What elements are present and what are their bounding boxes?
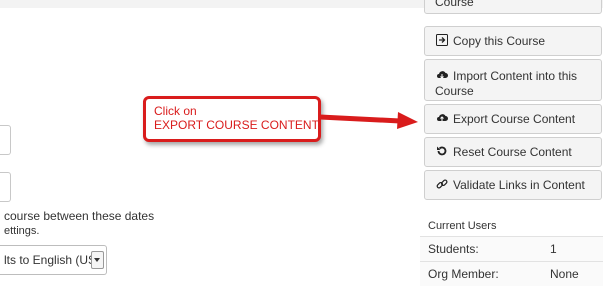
copy-course-button[interactable]: Copy this Course — [424, 26, 602, 56]
callout-arrow-icon — [320, 112, 418, 129]
callout-line-1: Click on — [154, 104, 197, 118]
link-icon — [435, 178, 449, 193]
users-row-value: None — [550, 267, 579, 281]
users-row-value: 1 — [550, 242, 557, 256]
course-tools-sidebar: Course Copy this Course Import Content i… — [420, 0, 603, 293]
callout-line-2: EXPORT COURSE CONTENT — [154, 118, 319, 132]
settings-hint: ettings. — [4, 225, 40, 237]
users-row-label: Org Member: — [428, 267, 499, 281]
users-row-label: Students: — [428, 242, 479, 256]
cloud-download-icon — [435, 69, 449, 84]
cloud-upload-icon — [435, 112, 449, 126]
date-range-hint: course between these dates — [4, 209, 155, 223]
chevron-down-icon[interactable] — [91, 251, 104, 269]
reset-content-button[interactable]: Reset Course Content — [424, 137, 602, 167]
export-content-label: Export Course Content — [453, 112, 576, 126]
reset-content-label: Reset Course Content — [453, 145, 572, 159]
course-button-label: Course — [435, 0, 474, 9]
users-row-org-member: Org Member: None — [420, 261, 603, 286]
validate-links-label: Validate Links in Content — [453, 178, 585, 192]
language-select[interactable]: lts to English (US) — [0, 245, 107, 275]
course-button[interactable]: Course — [424, 0, 602, 14]
current-users-title: Current Users — [428, 220, 497, 232]
copy-course-label: Copy this Course — [453, 34, 546, 48]
users-row-students: Students: 1 — [420, 236, 603, 261]
import-content-button[interactable]: Import Content into this Course — [424, 59, 602, 101]
date-input-start[interactable] — [0, 125, 11, 155]
instruction-callout: Click on EXPORT COURSE CONTENT — [143, 96, 321, 142]
export-content-button[interactable]: Export Course Content — [424, 104, 602, 134]
date-input-end[interactable] — [0, 172, 11, 202]
reset-icon — [435, 145, 449, 160]
copy-icon — [435, 33, 449, 49]
validate-links-button[interactable]: Validate Links in Content — [424, 170, 602, 200]
language-select-value: lts to English (US) — [4, 253, 101, 267]
import-content-label: Import Content into this Course — [435, 69, 578, 98]
